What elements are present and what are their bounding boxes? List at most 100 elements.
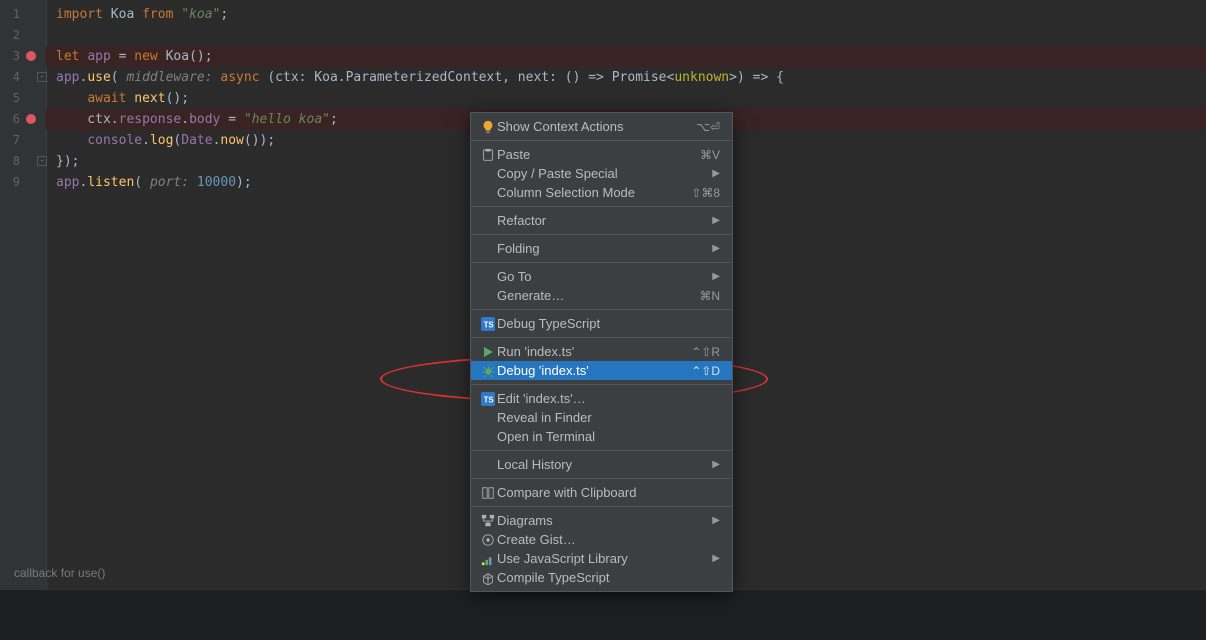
blank-icon [479, 241, 497, 257]
menu-item-label: Go To [497, 269, 712, 284]
code-line[interactable]: app.use( middleware: async (ctx: Koa.Par… [46, 67, 1206, 88]
compile-icon [479, 570, 497, 586]
menu-separator [471, 262, 732, 263]
submenu-arrow-icon: ▶ [712, 459, 720, 470]
menu-item-label: Refactor [497, 213, 712, 228]
blank-icon [479, 429, 497, 445]
line-number: 6 [0, 109, 20, 130]
menu-item-debug-typescript[interactable]: TSDebug TypeScript [471, 314, 732, 333]
menu-item-run-index-ts[interactable]: Run 'index.ts'⌃⇧R [471, 342, 732, 361]
ts-icon: TS [479, 316, 497, 332]
menu-shortcut: ⇧⌘8 [691, 186, 720, 200]
menu-item-label: Debug TypeScript [497, 316, 720, 331]
diff-icon [479, 485, 497, 501]
breakpoint-icon[interactable] [26, 114, 36, 124]
menu-item-label: Reveal in Finder [497, 410, 720, 425]
svg-text:TS: TS [484, 320, 494, 329]
menu-item-use-javascript-library[interactable]: Use JavaScript Library▶ [471, 549, 732, 568]
submenu-arrow-icon: ▶ [712, 553, 720, 564]
bulb-icon [479, 119, 497, 135]
menu-item-folding[interactable]: Folding▶ [471, 239, 732, 258]
submenu-arrow-icon: ▶ [712, 168, 720, 179]
menu-item-paste[interactable]: Paste⌘V [471, 145, 732, 164]
menu-item-label: Run 'index.ts' [497, 344, 691, 359]
menu-separator [471, 478, 732, 479]
code-line[interactable] [46, 25, 1206, 46]
menu-item-label: Use JavaScript Library [497, 551, 712, 566]
menu-item-local-history[interactable]: Local History▶ [471, 455, 732, 474]
menu-separator [471, 384, 732, 385]
bug-icon [479, 363, 497, 379]
code-line[interactable]: await next(); [46, 88, 1206, 109]
menu-item-diagrams[interactable]: Diagrams▶ [471, 511, 732, 530]
paste-icon [479, 147, 497, 163]
menu-shortcut: ⌃⇧D [691, 364, 720, 378]
code-line[interactable]: import Koa from "koa"; [46, 4, 1206, 25]
menu-item-label: Generate… [497, 288, 699, 303]
menu-shortcut: ⌘N [699, 289, 720, 303]
blank-icon [479, 213, 497, 229]
line-number: 7 [0, 130, 20, 151]
diagram-icon [479, 513, 497, 529]
menu-item-label: Compile TypeScript [497, 570, 720, 585]
menu-shortcut: ⌥⏎ [696, 120, 720, 134]
menu-shortcut: ⌃⇧R [691, 345, 720, 359]
gist-icon [479, 532, 497, 548]
context-menu[interactable]: Show Context Actions⌥⏎Paste⌘VCopy / Past… [470, 112, 733, 592]
code-editor[interactable]: 1234-5678-9 import Koa from "koa"; let ap… [0, 0, 1206, 640]
blank-icon [479, 457, 497, 473]
menu-item-label: Copy / Paste Special [497, 166, 712, 181]
menu-item-label: Local History [497, 457, 712, 472]
blank-icon [479, 269, 497, 285]
run-icon [479, 344, 497, 360]
menu-separator [471, 309, 732, 310]
menu-item-generate[interactable]: Generate…⌘N [471, 286, 732, 305]
submenu-arrow-icon: ▶ [712, 243, 720, 254]
menu-item-label: Show Context Actions [497, 119, 696, 134]
blank-icon [479, 185, 497, 201]
line-number: 4 [0, 67, 20, 88]
ts-icon: TS [479, 391, 497, 407]
menu-item-label: Folding [497, 241, 712, 256]
blank-icon [479, 166, 497, 182]
menu-item-edit-index-ts[interactable]: TSEdit 'index.ts'… [471, 389, 732, 408]
menu-item-show-context-actions[interactable]: Show Context Actions⌥⏎ [471, 117, 732, 136]
menu-item-compare-with-clipboard[interactable]: Compare with Clipboard [471, 483, 732, 502]
status-bar [0, 589, 1206, 640]
menu-separator [471, 450, 732, 451]
line-number: 5 [0, 88, 20, 109]
submenu-arrow-icon: ▶ [712, 215, 720, 226]
menu-item-label: Debug 'index.ts' [497, 363, 691, 378]
menu-item-label: Diagrams [497, 513, 712, 528]
menu-item-refactor[interactable]: Refactor▶ [471, 211, 732, 230]
menu-separator [471, 140, 732, 141]
breakpoint-icon[interactable] [26, 51, 36, 61]
line-number: 9 [0, 172, 20, 193]
menu-item-open-in-terminal[interactable]: Open in Terminal [471, 427, 732, 446]
blank-icon [479, 410, 497, 426]
submenu-arrow-icon: ▶ [712, 271, 720, 282]
menu-shortcut: ⌘V [700, 148, 720, 162]
inline-doc-hint: callback for use() [14, 566, 105, 580]
line-number: 8 [0, 151, 20, 172]
menu-item-debug-index-ts[interactable]: Debug 'index.ts'⌃⇧D [471, 361, 732, 380]
line-number: 1 [0, 4, 20, 25]
js-icon [479, 551, 497, 567]
menu-item-label: Column Selection Mode [497, 185, 691, 200]
menu-item-create-gist[interactable]: Create Gist… [471, 530, 732, 549]
menu-separator [471, 234, 732, 235]
menu-item-label: Open in Terminal [497, 429, 720, 444]
menu-item-copy-paste-special[interactable]: Copy / Paste Special▶ [471, 164, 732, 183]
menu-item-compile-typescript[interactable]: Compile TypeScript [471, 568, 732, 587]
menu-item-label: Create Gist… [497, 532, 720, 547]
menu-item-reveal-in-finder[interactable]: Reveal in Finder [471, 408, 732, 427]
menu-item-column-selection-mode[interactable]: Column Selection Mode⇧⌘8 [471, 183, 732, 202]
menu-separator [471, 206, 732, 207]
gutter: 1234-5678-9 [0, 0, 47, 640]
menu-item-label: Edit 'index.ts'… [497, 391, 720, 406]
menu-separator [471, 506, 732, 507]
submenu-arrow-icon: ▶ [712, 515, 720, 526]
code-line[interactable]: let app = new Koa(); [46, 46, 1206, 67]
menu-item-go-to[interactable]: Go To▶ [471, 267, 732, 286]
line-number: 2 [0, 25, 20, 46]
